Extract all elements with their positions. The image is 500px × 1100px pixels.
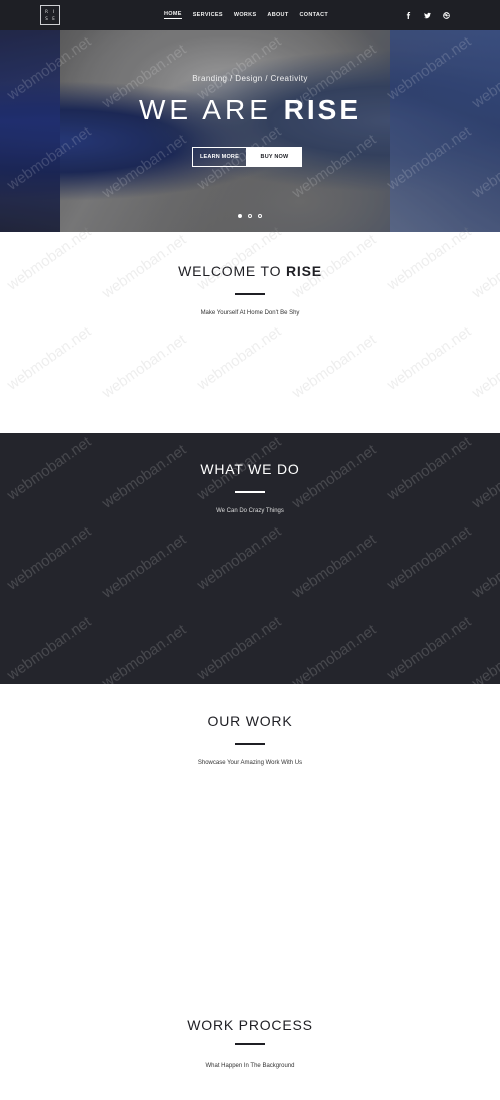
nav-item-services[interactable]: SERVICES: [193, 12, 223, 19]
welcome-divider: [235, 293, 265, 295]
social-links: [405, 0, 450, 30]
site-header: R I S E HOME SERVICES WORKS ABOUT CONTAC…: [0, 0, 500, 30]
welcome-subtitle: Make Yourself At Home Don't Be Shy: [200, 310, 300, 316]
hero-buttons: LEARN MORE BUY NOW: [192, 147, 302, 167]
hero-title-light: WE ARE: [138, 94, 284, 125]
work-process-subtitle: What Happen In The Background: [205, 1063, 295, 1069]
main-nav: HOME SERVICES WORKS ABOUT CONTACT: [164, 0, 328, 30]
hero-tagline: Branding / Design / Creativity: [192, 74, 308, 83]
what-we-do-divider: [235, 491, 265, 493]
our-work-section: OUR WORK Showcase Your Amazing Work With…: [0, 684, 500, 984]
our-work-subtitle: Showcase Your Amazing Work With Us: [197, 760, 303, 766]
facebook-icon[interactable]: [405, 11, 412, 19]
welcome-title-bold: RISE: [285, 263, 322, 279]
hero-title: WE ARE RISE: [0, 94, 500, 126]
what-we-do-title: WHAT WE DO: [200, 461, 300, 477]
logo[interactable]: R I S E: [40, 5, 60, 25]
nav-item-about[interactable]: ABOUT: [267, 12, 288, 19]
hero-title-bold: RISE: [283, 94, 362, 125]
dribbble-icon[interactable]: [443, 11, 450, 19]
our-work-title: OUR WORK: [207, 713, 293, 729]
logo-letter-i: I: [52, 8, 55, 14]
what-we-do-section: WHAT WE DO We Can Do Crazy Things: [0, 433, 500, 684]
slider-dot-3[interactable]: [258, 214, 262, 218]
what-we-do-subtitle: We Can Do Crazy Things: [216, 508, 284, 514]
welcome-section: WELCOME TO RISE Make Yourself At Home Do…: [0, 232, 500, 433]
slider-dot-1[interactable]: [238, 214, 242, 218]
work-process-divider: [235, 1043, 265, 1045]
our-work-divider: [235, 743, 265, 745]
twitter-icon[interactable]: [424, 12, 431, 19]
slider-dots: [238, 214, 262, 218]
logo-letter-e: E: [52, 15, 55, 21]
welcome-title: WELCOME TO RISE: [0, 263, 500, 279]
work-process-section: WORK PROCESS What Happen In The Backgrou…: [0, 984, 500, 1100]
nav-item-works[interactable]: WORKS: [234, 12, 257, 19]
nav-item-home[interactable]: HOME: [164, 11, 182, 19]
welcome-title-light: WELCOME TO: [178, 263, 286, 279]
hero-content: Branding / Design / Creativity WE ARE RI…: [0, 30, 500, 232]
nav-item-contact[interactable]: CONTACT: [299, 12, 328, 19]
logo-letter-r: R: [45, 8, 48, 14]
slider-dot-2[interactable]: [248, 214, 252, 218]
hero-banner: Branding / Design / Creativity WE ARE RI…: [0, 30, 500, 232]
logo-letter-s: S: [45, 15, 48, 21]
work-process-title: WORK PROCESS: [187, 1017, 313, 1033]
learn-more-button[interactable]: LEARN MORE: [192, 147, 247, 167]
buy-now-button[interactable]: BUY NOW: [247, 147, 302, 167]
